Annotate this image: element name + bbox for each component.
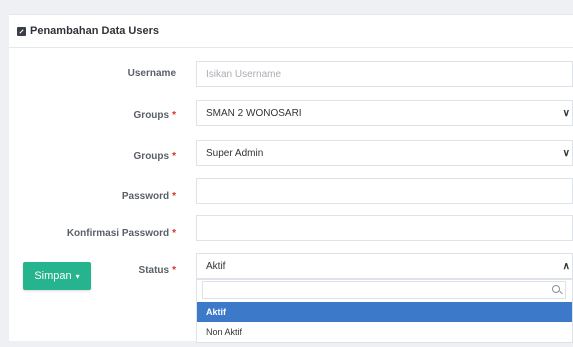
status-label: Status * <box>138 265 176 276</box>
caret-down-icon: ▾ <box>75 271 80 281</box>
dropdown-option-non-aktif[interactable]: Non Aktif <box>197 322 572 342</box>
chevron-down-icon: ∨ <box>562 108 570 119</box>
edit-icon <box>17 26 26 36</box>
dropdown-option-aktif[interactable]: Aktif <box>197 302 572 322</box>
required-mark: * <box>172 110 176 121</box>
required-mark: * <box>172 191 176 202</box>
chevron-down-icon: ∨ <box>562 148 570 159</box>
password-label: Password * <box>121 191 176 202</box>
username-label: Username <box>127 68 176 79</box>
groups-select-value: SMAN 2 WONOSARI <box>206 107 302 119</box>
dropdown-search-input[interactable] <box>202 281 566 299</box>
status-select-value: Aktif <box>206 260 226 272</box>
status-dropdown: Aktif Non Aktif <box>196 279 573 343</box>
save-button-label: Simpan <box>34 270 72 282</box>
panel-header: Penambahan Data Users <box>9 15 573 48</box>
groups-label: Groups * <box>133 110 176 121</box>
chevron-up-icon: ∧ <box>562 261 570 272</box>
panel-title: Penambahan Data Users <box>30 25 159 37</box>
password-input[interactable] <box>196 178 573 204</box>
required-mark: * <box>172 228 176 239</box>
konfirmasi-password-label: Konfirmasi Password * <box>66 228 176 239</box>
konfirmasi-password-input[interactable] <box>196 215 573 241</box>
save-button[interactable]: Simpan ▾ <box>23 262 91 290</box>
required-mark: * <box>172 151 176 162</box>
search-icon <box>552 285 560 293</box>
groups-role-select[interactable]: Super Admin ∨ <box>196 140 573 166</box>
username-input[interactable]: Isikan Username <box>196 61 573 87</box>
required-mark: * <box>172 265 176 276</box>
groups-role-select-value: Super Admin <box>206 147 264 159</box>
groups-role-label: Groups * <box>133 151 176 162</box>
groups-select[interactable]: SMAN 2 WONOSARI ∨ <box>196 100 573 126</box>
status-select[interactable]: Aktif ∧ <box>196 253 573 279</box>
